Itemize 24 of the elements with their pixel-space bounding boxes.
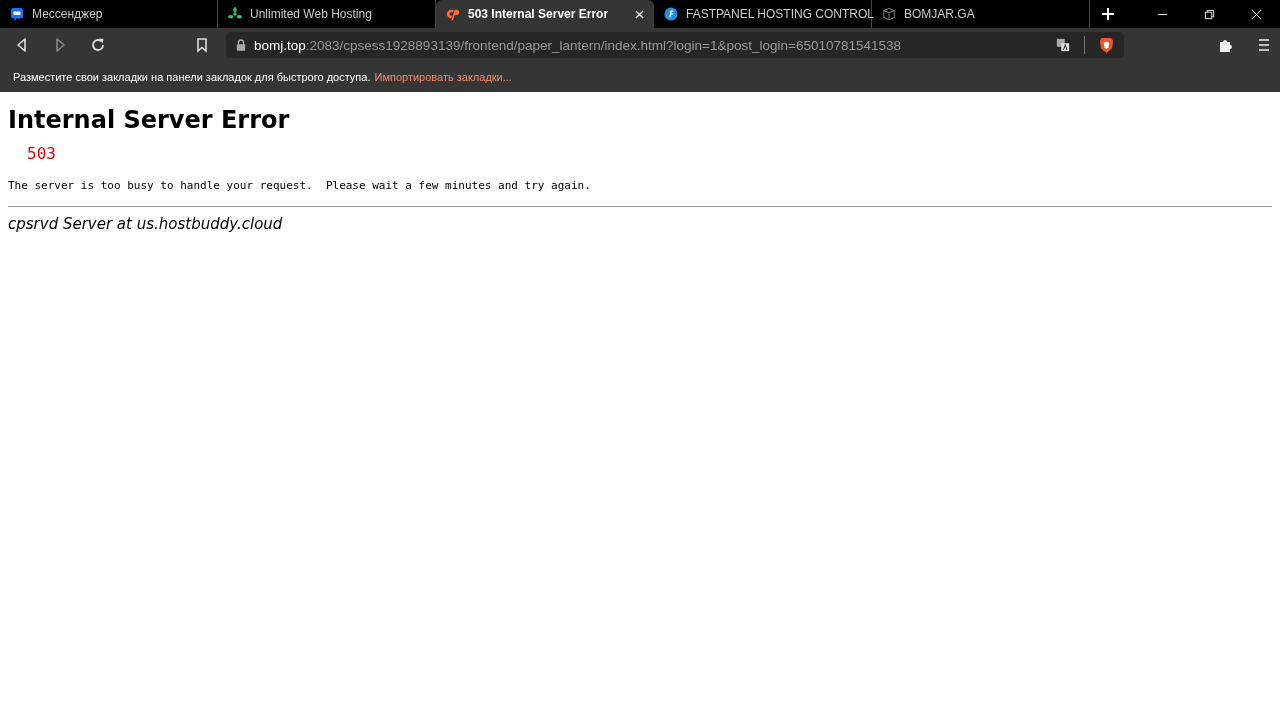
f-logo-icon [664,7,678,21]
cpanel-logo-icon [446,7,460,21]
lock-icon [236,39,246,51]
leaf-icon [228,7,242,21]
cube-icon [882,7,896,21]
browser-tab[interactable]: 503 Internal Server Error [436,0,654,28]
lion-shield-icon[interactable] [1099,36,1114,54]
import-bookmarks-link[interactable]: Импортировать закладки... [374,71,512,83]
restore-icon[interactable] [1204,8,1215,20]
close-icon[interactable] [1251,8,1262,20]
new-tab-icon[interactable] [1102,8,1114,20]
close-tab-icon[interactable] [635,9,644,19]
bookmarks-hint: Разместите свои закладки на панели закладок для быстрого доступа. [13,71,371,83]
error-heading: Internal Server Error [8,106,291,134]
puzzle-icon[interactable] [1218,37,1234,53]
translate-icon[interactable] [1056,38,1070,52]
bookmark-icon[interactable] [194,37,210,53]
menu-icon[interactable] [1256,37,1272,53]
reload-icon[interactable] [90,37,106,53]
chat-icon [10,7,24,21]
error-code: 503 [27,144,57,163]
error-message: The server is too busy to handle your request. Please wait a few minutes and try again. [8,179,592,192]
server-signature: cpsrvd Server at us.hostbuddy.cloud [8,215,284,233]
address-field[interactable]: bomj.top:2083/cpsess1928893139/frontend/paper_lantern/index.html?login=1&post_login=65010781541538 [226,32,1124,58]
